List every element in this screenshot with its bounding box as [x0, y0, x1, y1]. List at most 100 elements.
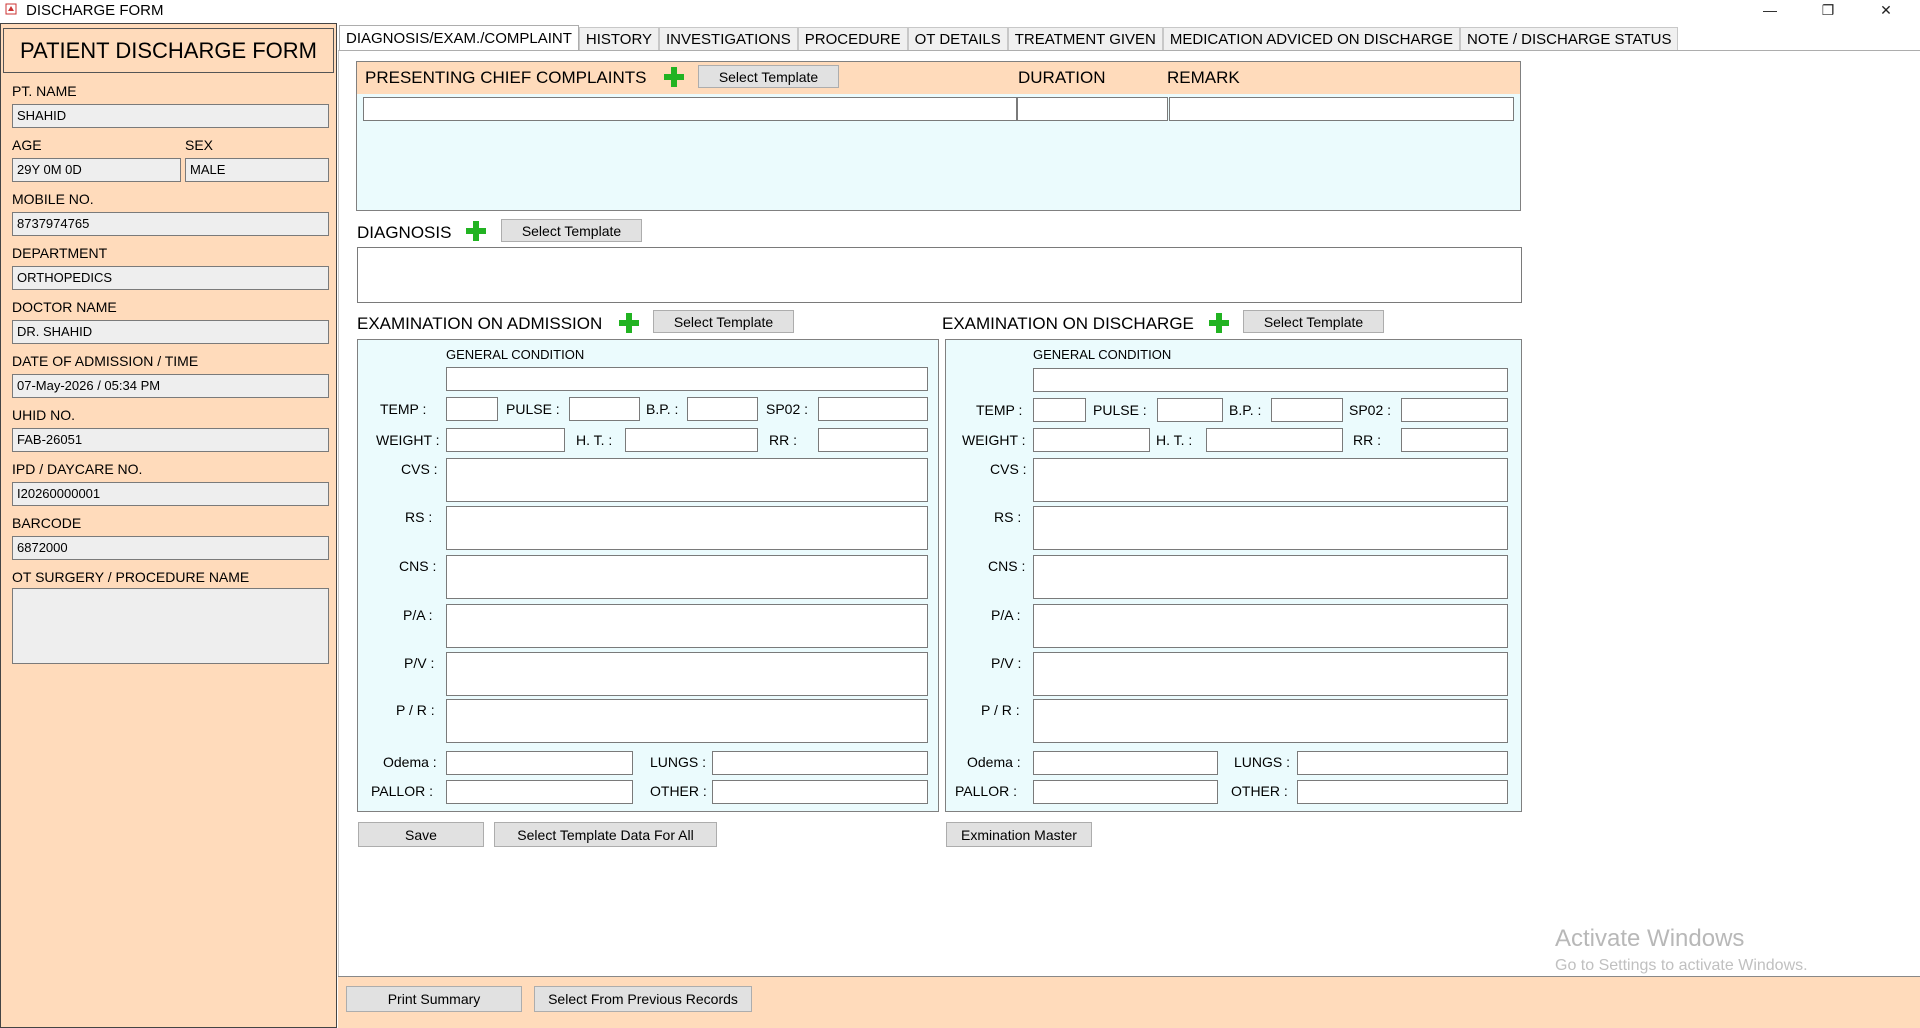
- general-condition-input[interactable]: [446, 367, 928, 391]
- department-field[interactable]: ORTHOPEDICS: [12, 266, 329, 290]
- discharge-general-condition-input[interactable]: [1033, 368, 1508, 392]
- discharge-pa-label: P/A :: [991, 607, 1021, 623]
- previous-records-button[interactable]: Select From Previous Records: [534, 986, 752, 1012]
- discharge-spo2-input[interactable]: [1401, 398, 1508, 422]
- discharge-rs-label: RS :: [994, 509, 1022, 525]
- exam-discharge-template-button[interactable]: Select Template: [1243, 310, 1384, 333]
- discharge-temp-input[interactable]: [1033, 398, 1086, 422]
- doctor-field[interactable]: DR. SHAHID: [12, 320, 329, 344]
- pallor-input[interactable]: [446, 780, 633, 804]
- temp-input[interactable]: [446, 397, 498, 421]
- print-summary-button[interactable]: Print Summary: [346, 986, 522, 1012]
- discharge-pv-input[interactable]: [1033, 652, 1508, 696]
- pv-input[interactable]: [446, 652, 928, 696]
- examination-master-button[interactable]: Exmination Master: [946, 822, 1092, 847]
- tab-note-discharge[interactable]: NOTE / DISCHARGE STATUS: [1459, 27, 1679, 51]
- mobile-label: MOBILE NO.: [12, 191, 94, 207]
- admission-field[interactable]: 07-May-2026 / 05:34 PM: [12, 374, 329, 398]
- odema-label: Odema :: [383, 754, 437, 770]
- close-button[interactable]: ✕: [1858, 0, 1914, 20]
- doctor-label: DOCTOR NAME: [12, 299, 117, 315]
- ot-procedure-field[interactable]: [12, 588, 329, 664]
- discharge-bp-input[interactable]: [1271, 398, 1343, 422]
- pa-input[interactable]: [446, 604, 928, 648]
- pa-label: P/A :: [403, 607, 433, 623]
- complaints-title: PRESENTING CHIEF COMPLAINTS: [365, 68, 647, 87]
- lungs-input[interactable]: [712, 751, 928, 775]
- diagnosis-template-button[interactable]: Select Template: [501, 219, 642, 242]
- discharge-spo2-label: SP02 :: [1349, 402, 1392, 418]
- tab-strip: DIAGNOSIS/EXAM./COMPLAINT HISTORY INVEST…: [339, 25, 1679, 51]
- tab-procedure[interactable]: PROCEDURE: [797, 27, 908, 51]
- discharge-pulse-input[interactable]: [1157, 398, 1223, 422]
- general-condition-label: GENERAL CONDITION: [446, 347, 585, 362]
- patient-name-label: PT. NAME: [12, 83, 77, 99]
- activation-watermark-subtitle: Go to Settings to activate Windows.: [1555, 957, 1808, 974]
- cvs-input[interactable]: [446, 458, 928, 502]
- app-icon: [5, 3, 17, 15]
- bp-input[interactable]: [687, 397, 758, 421]
- discharge-weight-label: WEIGHT :: [962, 432, 1026, 448]
- odema-input[interactable]: [446, 751, 633, 775]
- tab-treatment-given[interactable]: TREATMENT GIVEN: [1007, 27, 1163, 51]
- rr-label: RR :: [769, 432, 797, 448]
- discharge-rs-input[interactable]: [1033, 506, 1508, 550]
- exam-admission-template-button[interactable]: Select Template: [653, 310, 794, 333]
- pr-input[interactable]: [446, 699, 928, 743]
- pulse-input[interactable]: [569, 397, 640, 421]
- discharge-odema-input[interactable]: [1033, 751, 1218, 775]
- discharge-pallor-input[interactable]: [1033, 780, 1218, 804]
- remark-input[interactable]: [1169, 97, 1514, 121]
- tab-history[interactable]: HISTORY: [578, 27, 660, 51]
- uhid-field[interactable]: FAB-26051: [12, 428, 329, 452]
- discharge-rr-label: RR :: [1353, 432, 1381, 448]
- restore-button[interactable]: ❐: [1800, 0, 1856, 20]
- complaint-input[interactable]: [363, 97, 1017, 121]
- discharge-cns-input[interactable]: [1033, 555, 1508, 599]
- mobile-field[interactable]: 8737974765: [12, 212, 329, 236]
- discharge-lungs-input[interactable]: [1297, 751, 1508, 775]
- diagnosis-input[interactable]: [357, 247, 1522, 303]
- discharge-other-input[interactable]: [1297, 780, 1508, 804]
- minimize-button[interactable]: —: [1742, 0, 1798, 20]
- add-complaint-icon[interactable]: [663, 66, 685, 88]
- ipd-field[interactable]: I20260000001: [12, 482, 329, 506]
- pallor-label: PALLOR :: [371, 783, 433, 799]
- discharge-rr-input[interactable]: [1401, 428, 1508, 452]
- discharge-ht-input[interactable]: [1206, 428, 1343, 452]
- tab-investigations[interactable]: INVESTIGATIONS: [659, 27, 798, 51]
- add-exam-admission-icon[interactable]: [618, 312, 640, 334]
- discharge-weight-input[interactable]: [1033, 428, 1150, 452]
- add-exam-discharge-icon[interactable]: [1208, 312, 1230, 334]
- tab-medication[interactable]: MEDICATION ADVICED ON DISCHARGE: [1162, 27, 1460, 51]
- sex-field[interactable]: MALE: [185, 158, 329, 182]
- ht-input[interactable]: [625, 428, 758, 452]
- complaints-template-button[interactable]: Select Template: [698, 65, 839, 88]
- discharge-odema-label: Odema :: [967, 754, 1021, 770]
- other-input[interactable]: [712, 780, 928, 804]
- save-button[interactable]: Save: [358, 822, 484, 847]
- tab-diagnosis[interactable]: DIAGNOSIS/EXAM./COMPLAINT: [339, 25, 579, 51]
- rr-input[interactable]: [818, 428, 928, 452]
- discharge-bp-label: B.P. :: [1229, 402, 1262, 418]
- duration-input[interactable]: [1017, 97, 1168, 121]
- barcode-field[interactable]: 6872000: [12, 536, 329, 560]
- exam-discharge-title: EXAMINATION ON DISCHARGE: [942, 314, 1194, 333]
- discharge-cvs-input[interactable]: [1033, 458, 1508, 502]
- select-template-all-button[interactable]: Select Template Data For All: [494, 822, 717, 847]
- spo2-input[interactable]: [818, 397, 928, 421]
- age-field[interactable]: 29Y 0M 0D: [12, 158, 181, 182]
- discharge-ht-label: H. T. :: [1156, 432, 1193, 448]
- rs-input[interactable]: [446, 506, 928, 550]
- discharge-pa-input[interactable]: [1033, 604, 1508, 648]
- department-label: DEPARTMENT: [12, 245, 108, 261]
- weight-input[interactable]: [446, 428, 565, 452]
- pv-label: P/V :: [404, 655, 435, 671]
- lungs-label: LUNGS :: [650, 754, 707, 770]
- ot-procedure-label: OT SURGERY / PROCEDURE NAME: [12, 569, 250, 585]
- tab-ot-details[interactable]: OT DETAILS: [907, 27, 1008, 51]
- patient-name-field[interactable]: SHAHID: [12, 104, 329, 128]
- add-diagnosis-icon[interactable]: [465, 220, 487, 242]
- discharge-pr-input[interactable]: [1033, 699, 1508, 743]
- cns-input[interactable]: [446, 555, 928, 599]
